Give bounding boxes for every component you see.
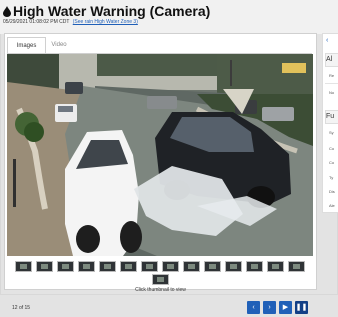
gallery-footer: 12 of 15 ‹ › ▶ ❚❚ — [5, 297, 316, 317]
sidebar-row-1: Re — [329, 73, 335, 78]
sidebar-row-5: Co — [329, 160, 335, 165]
thumbnail-5[interactable] — [99, 261, 116, 272]
pause-icon: ❚❚ — [295, 304, 308, 311]
camera-page: High Water Warning (Camera) 05/29/2021 0… — [0, 0, 338, 314]
sidebar-heading-full: Fu — [325, 110, 338, 124]
thumbnail-1[interactable] — [15, 261, 32, 272]
sidebar-row-8: Ale — [329, 203, 335, 208]
flooded-street-photo — [7, 54, 313, 256]
thumbnail-11[interactable] — [225, 261, 242, 272]
zone-link[interactable]: (See rain High Water Zone 3) — [73, 19, 138, 25]
thumbnail-12[interactable] — [246, 261, 263, 272]
thumbnail-14[interactable] — [288, 261, 305, 272]
chevron-left-icon: ‹ — [252, 304, 255, 311]
page-header: High Water Warning (Camera) 05/29/2021 0… — [0, 0, 338, 34]
sidebar-heading-alert: Al — [325, 53, 338, 67]
sidebar-row-4: Co — [329, 146, 335, 151]
chevron-right-icon: › — [268, 304, 271, 311]
thumbnail-13[interactable] — [267, 261, 284, 272]
pause-button[interactable]: ❚❚ — [295, 301, 308, 314]
thumbnail-hint: Click thumbnail to view — [135, 287, 186, 293]
thumbnail-7[interactable] — [141, 261, 158, 272]
sidebar-row-3: Sy — [329, 130, 334, 135]
thumbnail-15[interactable] — [152, 274, 169, 285]
thumbnail-8[interactable] — [162, 261, 179, 272]
camera-image — [7, 54, 313, 256]
thumbnail-10[interactable] — [204, 261, 221, 272]
next-button[interactable]: › — [263, 301, 276, 314]
thumbnail-9[interactable] — [183, 261, 200, 272]
sidebar-row-6: Ty — [329, 175, 334, 180]
thumbnail-2[interactable] — [36, 261, 53, 272]
sidebar-collapse-button[interactable]: ‹ — [326, 37, 328, 44]
page-title: High Water Warning (Camera) — [3, 3, 210, 19]
water-drop-icon — [3, 6, 11, 17]
sidebar-row-2: No — [329, 90, 335, 95]
sidebar-divider — [325, 83, 338, 84]
sidebar-row-7: Dis — [329, 189, 335, 194]
page-subtitle: 05/29/2021 01:08:02 PM CDT (See rain Hig… — [3, 19, 138, 25]
thumbnail-4[interactable] — [78, 261, 95, 272]
timestamp: 05/29/2021 01:08:02 PM CDT — [3, 19, 70, 25]
details-sidebar: ‹ Al Re No Fu Sy Co Co Ty Dis Ale — [322, 33, 338, 213]
previous-button[interactable]: ‹ — [247, 301, 260, 314]
page-title-text: High Water Warning (Camera) — [13, 3, 211, 19]
tab-video[interactable]: Video — [45, 37, 73, 53]
thumbnail-3[interactable] — [57, 261, 74, 272]
play-icon: ▶ — [282, 304, 289, 311]
image-counter: 12 of 15 — [12, 305, 31, 311]
thumbnail-6[interactable] — [120, 261, 137, 272]
camera-panel: Images Video Click thumbnail to view 12 … — [4, 33, 317, 314]
play-button[interactable]: ▶ — [279, 301, 292, 314]
